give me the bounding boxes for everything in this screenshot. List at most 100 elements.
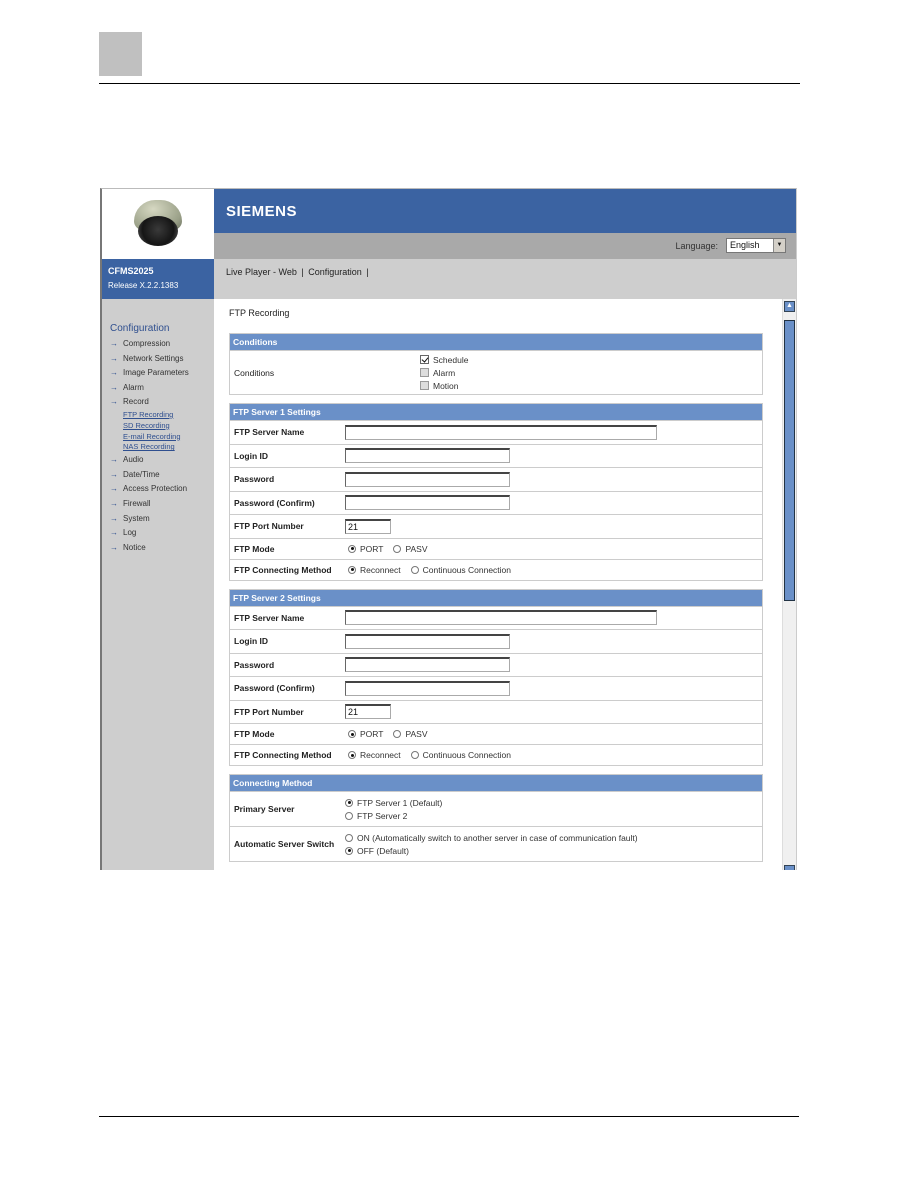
field-value: [345, 424, 762, 440]
primary-server-option-0[interactable]: FTP Server 1 (Default): [345, 798, 442, 808]
login-id-input[interactable]: [345, 448, 510, 464]
password-label: Password: [234, 474, 275, 485]
sidebar-item-alarm[interactable]: → Alarm: [110, 381, 206, 396]
sidebar-item-label: Log: [123, 528, 137, 538]
password-input[interactable]: [345, 471, 510, 487]
checkbox[interactable]: [420, 355, 429, 364]
section-header: FTP Server 2 Settings: [230, 589, 762, 606]
nav-configuration[interactable]: Configuration: [308, 267, 362, 277]
sidebar-subitem-nas-recording[interactable]: NAS Recording: [110, 442, 206, 453]
radio-button[interactable]: [348, 544, 356, 553]
scroll-thumb[interactable]: [784, 320, 795, 601]
radio-group: Reconnect Continuous Connection: [345, 565, 762, 575]
radio-group: Reconnect Continuous Connection: [345, 750, 762, 760]
language-select[interactable]: English ▼: [726, 238, 786, 253]
sidebar: Configuration → Compression → Network Setti…: [102, 299, 214, 870]
ftp-mode-option-port[interactable]: PORT: [348, 544, 383, 554]
sidebar-title[interactable]: Configuration: [110, 323, 206, 334]
connecting-method-option-reconnect[interactable]: Reconnect: [348, 750, 401, 760]
password-confirm-row: Password (Confirm): [230, 490, 762, 515]
checkbox: [420, 368, 429, 377]
ftp-mode-option-pasv[interactable]: PASV: [393, 544, 428, 554]
radio-label: FTP Server 2: [357, 810, 408, 821]
ftp-mode-option-pasv[interactable]: PASV: [393, 729, 428, 739]
scroll-up-icon[interactable]: ▲: [784, 301, 795, 312]
sidebar-item-label: Date/Time: [123, 469, 160, 479]
connecting-method-row: FTP Connecting Method Reconnect Continuous…: [230, 744, 762, 765]
field-value: [345, 610, 762, 626]
browser-screenshot: SIEMENS Language: English ▼ CFMS2025 Rel…: [100, 188, 797, 870]
header-banner: SIEMENS: [214, 189, 796, 233]
radio-label: PORT: [360, 543, 384, 554]
auto-switch-option-0[interactable]: ON (Automatically switch to another serv…: [345, 833, 638, 843]
sidebar-subitem-sd-recording[interactable]: SD Recording: [110, 421, 206, 432]
radio-button[interactable]: [348, 565, 356, 574]
condition-schedule[interactable]: Schedule: [420, 355, 468, 365]
radio-button[interactable]: [410, 565, 419, 574]
connecting-method-option-continuous-connection[interactable]: Continuous Connection: [410, 750, 511, 760]
auto-switch-option-1[interactable]: OFF (Default): [345, 846, 638, 856]
radio-button[interactable]: [348, 730, 356, 738]
sidebar-item-audio[interactable]: → Audio: [110, 453, 206, 468]
sidebar-item-system[interactable]: → System: [110, 512, 206, 527]
sidebar-item-log[interactable]: → Log: [110, 526, 206, 541]
sidebar-item-notice[interactable]: → Notice: [110, 541, 206, 556]
chevron-down-icon[interactable]: ▼: [773, 239, 785, 252]
sidebar-item-compression[interactable]: → Compression: [110, 337, 206, 352]
nav-separator: |: [366, 267, 369, 277]
scroll-down-icon[interactable]: [784, 865, 795, 870]
radio-label: Reconnect: [360, 750, 401, 760]
checkbox: [420, 381, 429, 390]
arrow-right-icon: →: [110, 397, 118, 407]
radio-button[interactable]: [345, 846, 353, 855]
primary-server-option-1[interactable]: FTP Server 2: [345, 811, 442, 821]
sidebar-item-network-settings[interactable]: → Network Settings: [110, 352, 206, 367]
sidebar-item-label: Image Parameters: [123, 368, 189, 378]
sidebar-item-access-protection[interactable]: → Access Protection: [110, 482, 206, 497]
login-id-input[interactable]: [345, 633, 510, 649]
field-value: [345, 680, 762, 696]
radio-button[interactable]: [345, 811, 353, 820]
arrow-right-icon: →: [110, 469, 118, 479]
connecting-method-option-reconnect[interactable]: Reconnect: [348, 565, 401, 575]
sidebar-item-record[interactable]: → Record: [110, 395, 206, 410]
radio-button[interactable]: [345, 798, 353, 807]
port-number-input[interactable]: 21: [345, 518, 391, 534]
radio-button[interactable]: [393, 544, 402, 553]
sidebar-subitem-e-mail-recording[interactable]: E-mail Recording: [110, 432, 206, 443]
server-name-input[interactable]: [345, 610, 657, 626]
radio-button[interactable]: [345, 833, 353, 842]
language-label: Language:: [675, 241, 718, 251]
radio-label: PASV: [405, 729, 428, 739]
arrow-right-icon: →: [110, 484, 118, 494]
sidebar-item-date-time[interactable]: → Date/Time: [110, 468, 206, 483]
top-nav: Live Player - Web | Configuration |: [214, 259, 796, 299]
sidebar-item-firewall[interactable]: → Firewall: [110, 497, 206, 512]
field-value: [345, 657, 762, 673]
sidebar-item-image-parameters[interactable]: → Image Parameters: [110, 366, 206, 381]
camera-logo: [102, 189, 214, 259]
password-confirm-input[interactable]: [345, 680, 510, 696]
field-value: 21: [345, 518, 762, 534]
ftp-mode-label: FTP Mode: [234, 543, 275, 554]
password-input[interactable]: [345, 657, 510, 673]
arrow-right-icon: →: [110, 339, 118, 348]
connecting-method-option-continuous-connection[interactable]: Continuous Connection: [410, 565, 511, 575]
port-number-input[interactable]: 21: [345, 704, 391, 720]
ftp-server-2-section: FTP Server 2 Settings FTP Server Name Logi…: [229, 588, 763, 766]
radio-button[interactable]: [393, 730, 402, 738]
nav-live-player[interactable]: Live Player - Web: [226, 267, 297, 277]
model-name: CFMS2025: [108, 266, 154, 276]
login-id-row: Login ID: [230, 629, 762, 653]
sidebar-subitem-ftp-recording[interactable]: FTP Recording: [110, 410, 206, 421]
server-name-input[interactable]: [345, 424, 657, 440]
password-confirm-input[interactable]: [345, 495, 510, 511]
password-confirm-label: Password (Confirm): [234, 497, 315, 508]
ftp-mode-option-port[interactable]: PORT: [348, 729, 383, 739]
arrow-right-icon: →: [110, 513, 118, 523]
radio-button[interactable]: [348, 751, 356, 759]
camera-icon: [130, 198, 186, 250]
vertical-scrollbar[interactable]: ▲: [782, 299, 796, 870]
radio-button[interactable]: [410, 751, 419, 759]
login-id-label: Login ID: [234, 636, 268, 647]
